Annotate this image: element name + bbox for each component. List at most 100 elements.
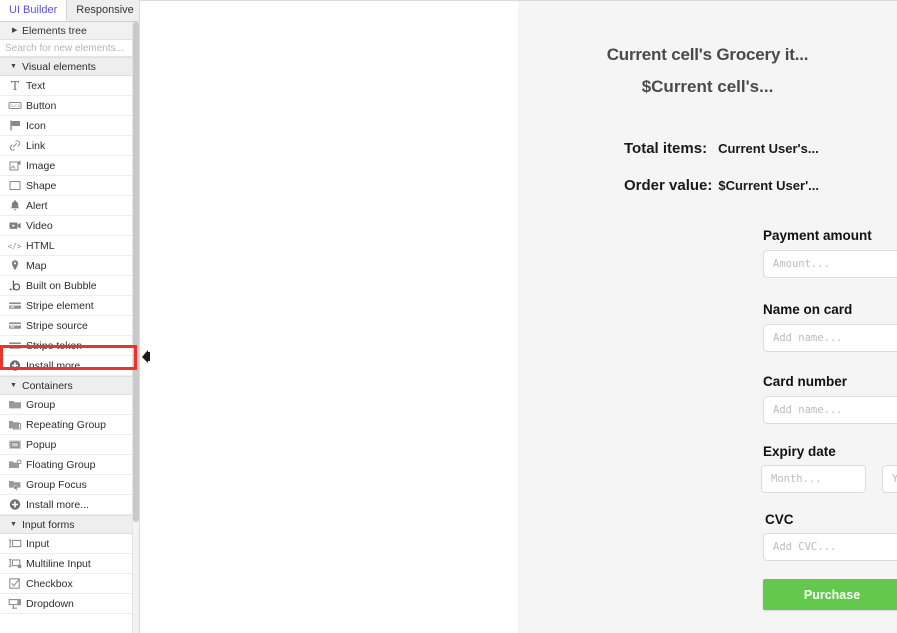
expiry-month-input[interactable]: [761, 465, 866, 493]
design-canvas[interactable]: Current cell's Grocery it... $Current ce…: [140, 0, 897, 633]
cvc-label: CVC: [765, 512, 794, 527]
text-icon: T: [6, 79, 23, 93]
palette-item-input[interactable]: Input: [0, 534, 139, 554]
palette-section-visual-elements[interactable]: ▼ Visual elements: [0, 57, 139, 76]
palette-item-multiline-input[interactable]: Multiline Input: [0, 554, 139, 574]
palette-item-label: Checkbox: [26, 577, 73, 590]
folder-repeat-icon: [6, 418, 23, 432]
multiline-input-icon: [6, 557, 23, 571]
palette-item-video[interactable]: Video: [0, 216, 139, 236]
sidebar-tabs: UI Builder Responsive: [0, 0, 139, 22]
palette-section-label: Visual elements: [22, 60, 96, 73]
palette-item-label: Button: [26, 99, 57, 112]
palette-item-popup[interactable]: Popup: [0, 435, 139, 455]
palette-item-label: Stripe source: [26, 319, 88, 332]
elements-tree-label: Elements tree: [22, 24, 87, 37]
link-icon: [6, 139, 23, 153]
palette-item-install-more[interactable]: Install more...: [0, 495, 139, 515]
palette-item-alert[interactable]: Alert: [0, 196, 139, 216]
expiry-date-label: Expiry date: [763, 444, 836, 459]
palette-item-html[interactable]: </> HTML: [0, 236, 139, 256]
palette-item-stripe-element[interactable]: Stripe element: [0, 296, 139, 316]
button-icon: CLICK: [6, 99, 23, 113]
popup-icon: [6, 438, 23, 452]
dropdown-icon: [6, 597, 23, 611]
palette-item-label: Image: [26, 159, 56, 172]
palette-item-label: Multiline Input: [26, 557, 91, 570]
svg-text:T: T: [10, 79, 18, 92]
palette-item-link[interactable]: Link: [0, 136, 139, 156]
palette-item-checkbox[interactable]: Checkbox: [0, 574, 139, 594]
palette-item-button[interactable]: CLICK Button: [0, 96, 139, 116]
palette-item-dropdown[interactable]: Dropdown: [0, 594, 139, 614]
palette-item-text[interactable]: T Text: [0, 76, 139, 96]
palette-item-label: Repeating Group: [26, 418, 106, 431]
credit-card-icon: [6, 339, 23, 353]
palette-item-label: Video: [26, 219, 53, 232]
card-number-label: Card number: [763, 374, 848, 389]
palette-section-containers[interactable]: ▼ Containers: [0, 376, 139, 395]
name-on-card-label: Name on card: [763, 302, 853, 317]
palette-item-icon[interactable]: Icon: [0, 116, 139, 136]
expiry-year-input[interactable]: [882, 465, 897, 493]
tab-responsive-label: Responsive: [76, 4, 134, 16]
palette-section-label: Input forms: [22, 518, 75, 531]
svg-text:CLICK: CLICK: [9, 104, 20, 108]
palette-item-floating-group[interactable]: Floating Group: [0, 455, 139, 475]
cvc-input[interactable]: [763, 533, 897, 561]
palette-item-label: Map: [26, 259, 47, 272]
element-palette: ▼ Visual elements T Text CLICK Button Icon Link…: [0, 57, 139, 614]
purchase-button[interactable]: Purchase: [763, 579, 897, 610]
checkbox-icon: [6, 577, 23, 591]
order-value-label: Order value:: [624, 177, 713, 194]
palette-section-label: Containers: [22, 379, 73, 392]
palette-item-label: Link: [26, 139, 46, 152]
code-icon: </>: [6, 239, 23, 253]
total-items-label: Total items:: [624, 140, 708, 157]
palette-item-label: Input: [26, 537, 50, 550]
payment-amount-input[interactable]: [763, 250, 897, 278]
page-panel: Current cell's Grocery it... $Current ce…: [518, 1, 897, 633]
palette-item-group-focus[interactable]: Group Focus: [0, 475, 139, 495]
chevron-down-icon: ▼: [10, 63, 17, 70]
payment-amount-label: Payment amount: [763, 228, 872, 243]
palette-item-group[interactable]: Group: [0, 395, 139, 415]
sidebar-scrollbar-track[interactable]: [132, 22, 139, 633]
palette-item-stripe-source[interactable]: Stripe source: [0, 316, 139, 336]
search-input[interactable]: [0, 40, 139, 56]
palette-item-label: HTML: [26, 239, 55, 252]
tab-responsive[interactable]: Responsive: [67, 0, 139, 21]
palette-item-built-on-bubble[interactable]: Built on Bubble: [0, 276, 139, 296]
left-sidebar: UI Builder Responsive ▶ Elements tree ▼ V…: [0, 0, 140, 633]
elements-tree-header[interactable]: ▶ Elements tree: [0, 22, 139, 40]
card-number-input[interactable]: [763, 396, 897, 424]
summary-row-order-value: Order value: $Current User'...: [624, 177, 819, 194]
tab-ui-builder-label: UI Builder: [9, 4, 58, 16]
palette-item-map[interactable]: Map: [0, 256, 139, 276]
palette-item-image[interactable]: Image: [0, 156, 139, 176]
flag-icon: [6, 119, 23, 133]
palette-item-label: Shape: [26, 179, 57, 192]
palette-item-label: Icon: [26, 119, 46, 132]
chevron-down-icon: ▼: [10, 382, 17, 389]
palette-item-label: Install more...: [26, 359, 90, 372]
palette-item-label: Floating Group: [26, 458, 96, 471]
palette-section-input-forms[interactable]: ▼ Input forms: [0, 515, 139, 534]
palette-item-install-more[interactable]: Install more...: [0, 356, 139, 376]
folder-icon: [6, 398, 23, 412]
video-icon: [6, 219, 23, 233]
palette-item-stripe-token[interactable]: Stripe token: [0, 336, 139, 356]
bubble-icon: [6, 279, 23, 293]
name-on-card-input[interactable]: [763, 324, 897, 352]
palette-item-label: Stripe token: [26, 339, 83, 352]
palette-item-shape[interactable]: Shape: [0, 176, 139, 196]
palette-item-repeating-group[interactable]: Repeating Group: [0, 415, 139, 435]
tab-ui-builder[interactable]: UI Builder: [0, 0, 68, 21]
header-line-1: Current cell's Grocery it...: [606, 45, 809, 64]
palette-item-label: Alert: [26, 199, 48, 212]
image-icon: [6, 159, 23, 173]
sidebar-collapse-handle[interactable]: [142, 350, 150, 363]
palette-item-label: Text: [26, 79, 46, 92]
sidebar-scrollbar-thumb[interactable]: [133, 22, 139, 522]
credit-card-icon: [6, 319, 23, 333]
